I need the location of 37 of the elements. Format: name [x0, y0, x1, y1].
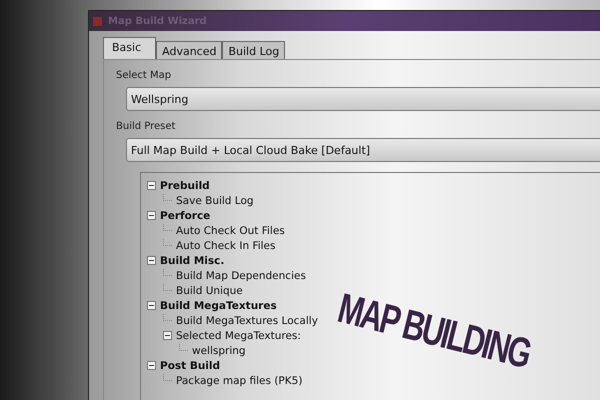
tree-item[interactable]: Save Build Log	[176, 194, 254, 206]
tree-line-icon	[163, 239, 172, 246]
tree-item[interactable]: Selected MegaTextures:	[176, 330, 301, 342]
tree-line-icon	[163, 224, 172, 231]
collapse-icon[interactable]	[147, 301, 156, 310]
tree-item[interactable]: Build Unique	[176, 284, 243, 296]
group-label: Build Preset	[116, 121, 176, 132]
tree-line-icon	[163, 374, 172, 381]
tree-line-icon	[163, 269, 172, 276]
tree-item[interactable]: Build MegaTextures	[160, 300, 277, 312]
collapse-icon[interactable]	[147, 211, 156, 220]
tree-item[interactable]: Perforce	[160, 210, 210, 222]
tab[interactable]: Basic	[103, 37, 156, 59]
tree-item[interactable]: Build Map Dependencies	[176, 270, 306, 282]
group-label: Select Map	[116, 70, 172, 81]
collapse-icon[interactable]	[163, 331, 172, 340]
tree-line-icon	[179, 344, 188, 351]
collapse-icon[interactable]	[147, 256, 156, 265]
tree-item[interactable]: Prebuild	[160, 180, 210, 192]
overlay-title: MAP BUILDING	[333, 284, 534, 378]
tree-line-icon	[163, 314, 172, 321]
map-dropdown[interactable]: Wellspring	[126, 87, 600, 111]
tree-line-icon	[163, 284, 172, 291]
tree-item[interactable]: Build Misc.	[160, 254, 224, 266]
tree-item[interactable]: Package map files (PK5)	[176, 374, 302, 386]
tree-item[interactable]: Build MegaTextures Locally	[176, 314, 318, 326]
tree-item[interactable]: Auto Check In Files	[176, 240, 276, 252]
tree-item[interactable]: Post Build	[160, 360, 220, 372]
tree-item[interactable]: wellspring	[192, 344, 246, 356]
tab[interactable]: Advanced	[156, 41, 222, 59]
app-icon	[93, 16, 102, 26]
tree-item[interactable]: Auto Check Out Files	[176, 224, 285, 236]
tree-line-icon	[163, 194, 172, 201]
collapse-icon[interactable]	[147, 361, 156, 370]
collapse-icon[interactable]	[147, 181, 156, 190]
preset-dropdown[interactable]: Full Map Build + Local Cloud Bake [Default]	[126, 138, 600, 162]
tab[interactable]: Build Log	[222, 41, 286, 59]
